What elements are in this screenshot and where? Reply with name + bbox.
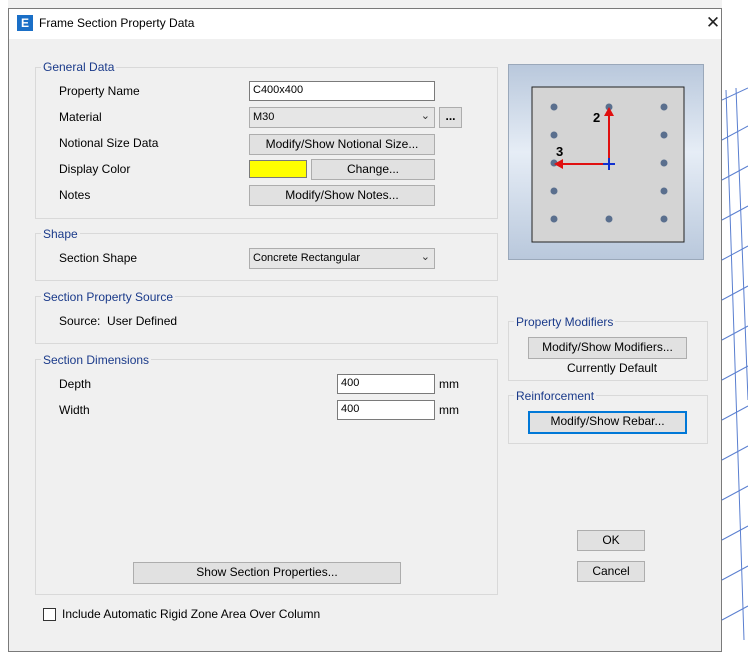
width-unit: mm	[439, 403, 459, 417]
rebar-dot	[550, 187, 558, 195]
frame-section-dialog: E Frame Section Property Data ✕ General …	[8, 8, 722, 652]
notes-button[interactable]: Modify/Show Notes...	[249, 185, 435, 206]
width-input[interactable]: 400	[337, 400, 435, 420]
material-select-value: M30	[253, 111, 275, 123]
notional-size-button[interactable]: Modify/Show Notional Size...	[249, 134, 435, 155]
property-modifiers-title: Property Modifiers	[514, 315, 616, 329]
background-app-strip	[0, 0, 748, 8]
depth-label: Depth	[59, 377, 92, 391]
section-shape-label: Section Shape	[59, 251, 138, 265]
rigid-zone-checkbox[interactable]	[43, 608, 56, 621]
chevron-down-icon: ⌄	[420, 251, 430, 263]
display-color-label: Display Color	[59, 162, 131, 176]
rebar-dot	[660, 159, 668, 167]
reinforcement-title: Reinforcement	[514, 389, 597, 403]
rebar-dot	[660, 103, 668, 111]
source-title: Section Property Source	[41, 290, 176, 304]
rebar-dot	[605, 215, 613, 223]
width-label: Width	[59, 403, 90, 417]
material-select[interactable]: M30 ⌄	[249, 107, 435, 128]
ok-button[interactable]: OK	[577, 530, 645, 551]
axis-2-label: 2	[593, 110, 600, 125]
background-model-view	[722, 0, 748, 652]
rebar-dot	[550, 215, 558, 223]
section-shape-select[interactable]: Concrete Rectangular ⌄	[249, 248, 435, 269]
notional-size-label: Notional Size Data	[59, 136, 159, 150]
rebar-dot	[550, 103, 558, 111]
shape-title: Shape	[41, 227, 80, 241]
chevron-down-icon: ⌄	[420, 110, 430, 122]
modify-modifiers-button[interactable]: Modify/Show Modifiers...	[528, 337, 687, 359]
property-name-input[interactable]: C400x400	[249, 81, 435, 101]
change-color-button[interactable]: Change...	[311, 159, 435, 180]
section-shape-value: Concrete Rectangular	[253, 252, 361, 264]
section-preview: 2 3	[508, 64, 704, 260]
rebar-dot	[660, 131, 668, 139]
display-color-swatch[interactable]	[249, 160, 307, 178]
background-left-strip	[0, 0, 8, 652]
depth-unit: mm	[439, 377, 459, 391]
material-label: Material	[59, 110, 102, 124]
title-bar: E Frame Section Property Data ✕	[9, 9, 721, 39]
section-dimensions-group	[35, 359, 498, 595]
etabs-logo-icon: E	[17, 15, 33, 31]
modifiers-status: Currently Default	[567, 361, 658, 375]
rebar-dot	[660, 187, 668, 195]
cancel-button[interactable]: Cancel	[577, 561, 645, 582]
model-wireframe	[722, 87, 748, 641]
general-data-title: General Data	[41, 60, 117, 74]
close-icon[interactable]: ✕	[704, 14, 722, 32]
show-section-properties-button[interactable]: Show Section Properties...	[133, 562, 401, 584]
notes-label: Notes	[59, 188, 91, 202]
axis-3-label: 3	[556, 144, 563, 159]
modify-rebar-button[interactable]: Modify/Show Rebar...	[528, 411, 687, 434]
depth-input[interactable]: 400	[337, 374, 435, 394]
rebar-dot	[660, 215, 668, 223]
section-dimensions-title: Section Dimensions	[41, 353, 152, 367]
section-preview-drawing: 2 3	[531, 86, 685, 243]
rebar-dot	[550, 131, 558, 139]
source-text: Source: User Defined	[59, 314, 178, 328]
property-name-label: Property Name	[59, 84, 140, 98]
material-more-button[interactable]: ...	[439, 107, 462, 128]
rigid-zone-label: Include Automatic Rigid Zone Area Over C…	[62, 607, 321, 621]
window-title: Frame Section Property Data	[39, 16, 195, 30]
